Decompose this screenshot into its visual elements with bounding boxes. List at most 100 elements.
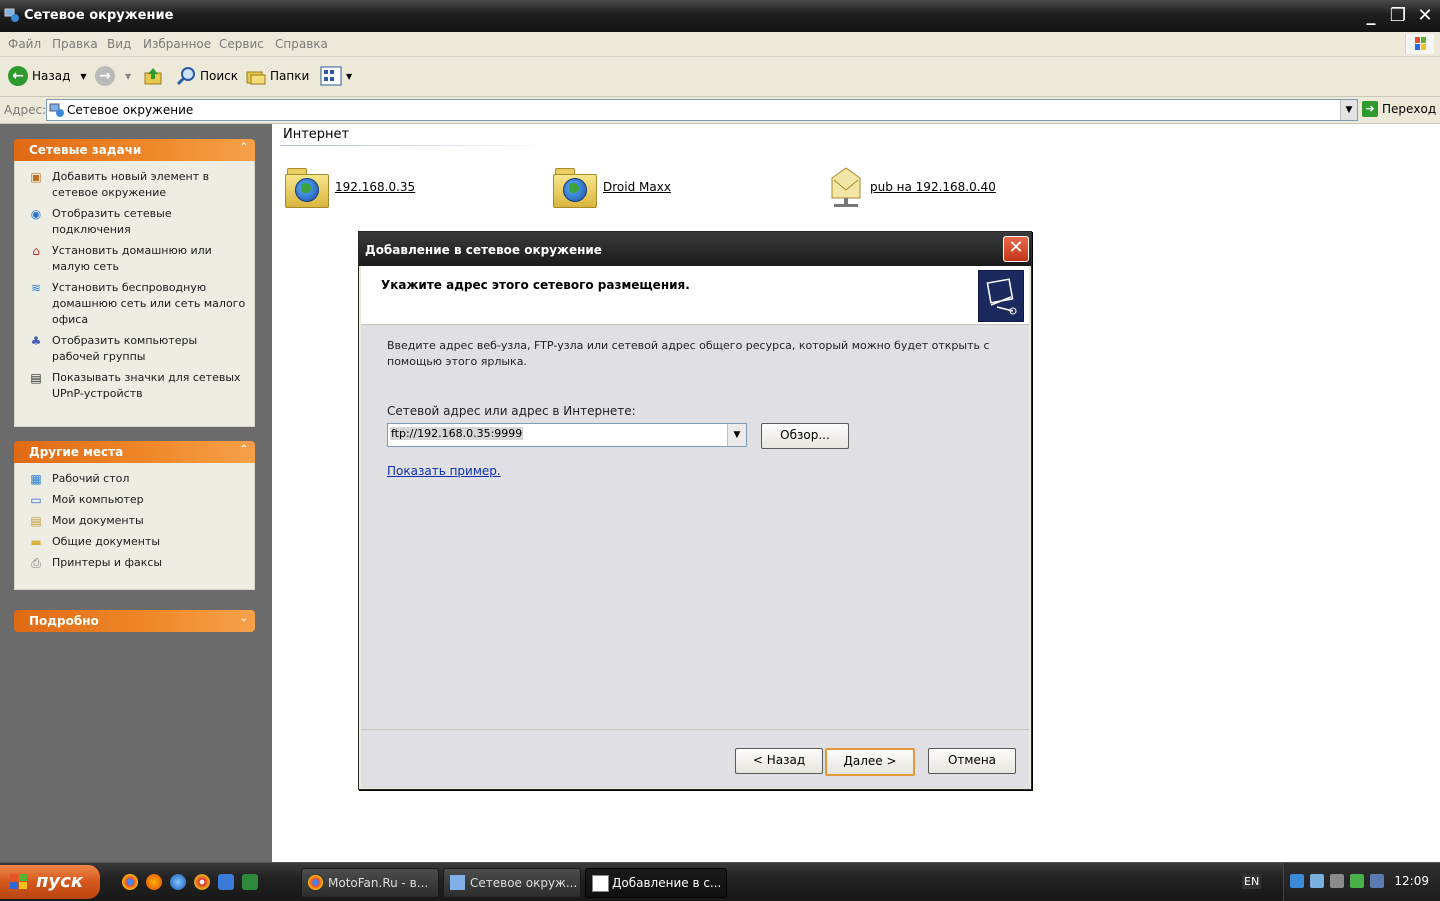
collapse-icon[interactable]: ⌃ [240, 142, 248, 153]
dialog-title: Добавление в сетевое окружение [365, 243, 602, 257]
start-button[interactable]: пуск [0, 865, 100, 899]
menu-favorites[interactable]: Избранное [143, 37, 211, 51]
task-add-network-place[interactable]: ▣ Добавить новый элемент в сетевое окруже… [15, 169, 254, 201]
address-label: Адрес: [4, 103, 47, 117]
task-view-connections[interactable]: ◉ Отобразить сетевые подключения [15, 206, 254, 238]
update-tray-icon[interactable] [1350, 874, 1364, 888]
network-address-value: ftp://192.168.0.35:9999 [390, 427, 524, 440]
search-button[interactable]: Поиск [176, 65, 238, 87]
window-title: Сетевое окружение [24, 8, 174, 23]
clock: 12:09 [1394, 874, 1429, 888]
menu-tools[interactable]: Сервис [219, 37, 264, 51]
network-item-pub[interactable]: pub на 192.168.0.40 [828, 164, 996, 210]
network-item-label: 192.168.0.35 [335, 180, 416, 194]
network-item-label: pub на 192.168.0.40 [870, 180, 996, 194]
cancel-button[interactable]: Отмена [928, 748, 1016, 774]
back-label: Назад [32, 69, 71, 83]
outlook-icon[interactable] [218, 874, 234, 890]
menu-view[interactable]: Вид [107, 37, 131, 51]
chevron-down-icon[interactable]: ▼ [125, 72, 131, 81]
chrome-icon [308, 875, 323, 890]
dialog-heading: Укажите адрес этого сетевого размещения. [381, 278, 690, 292]
place-my-computer[interactable]: ▭ Мой компьютер [15, 492, 254, 508]
display-tray-icon[interactable] [1370, 874, 1384, 888]
connection-tray-icon[interactable] [1310, 874, 1324, 888]
place-desktop[interactable]: ▦ Рабочий стол [15, 471, 254, 487]
group-header: Интернет [283, 127, 350, 142]
forward-button[interactable]: → ▼ [95, 65, 131, 87]
network-address-combobox[interactable]: ftp://192.168.0.35:9999 ▼ [387, 423, 747, 447]
add-network-place-icon: ▣ [30, 170, 42, 184]
back-button[interactable]: < Назад [735, 748, 823, 774]
other-places-header[interactable]: Другие места ⌃ [14, 441, 255, 463]
shared-folder-icon: ▬ [30, 535, 42, 549]
chrome-icon[interactable] [122, 874, 138, 890]
search-label: Поиск [200, 69, 239, 83]
tools-tray-icon[interactable] [1330, 874, 1344, 888]
language-indicator[interactable]: EN [1242, 874, 1262, 889]
menu-help[interactable]: Справка [275, 37, 328, 51]
taskbar-item-network-places[interactable]: Сетевое окруж... [443, 868, 581, 898]
address-bar: Адрес: Сетевое окружение ▼ ➜ Переход [0, 97, 1440, 124]
folders-button[interactable]: Папки [246, 65, 309, 87]
chevron-down-icon[interactable]: ▼ [346, 72, 352, 81]
taskbar-item-motofan[interactable]: MotoFan.Ru - в... [301, 868, 439, 898]
network-item-192-168-0-35[interactable]: 192.168.0.35 [285, 164, 415, 210]
go-label: Переход [1382, 102, 1437, 116]
expand-icon[interactable]: ⌄ [240, 613, 248, 624]
browse-button[interactable]: Обзор... [761, 423, 849, 449]
close-button[interactable]: ✕ [1413, 4, 1437, 28]
dialog-close-button[interactable]: ✕ [1003, 236, 1029, 262]
taskbar-item-add-network-place[interactable]: Добавление в с... [585, 868, 727, 898]
menu-bar: Файл Правка Вид Избранное Сервис Справка [0, 32, 1440, 57]
place-printers[interactable]: ⎙ Принтеры и факсы [15, 555, 254, 571]
add-network-place-dialog: Добавление в сетевое окружение ✕ Укажите… [358, 231, 1032, 790]
network-places-icon [4, 7, 20, 23]
internet-explorer-icon[interactable] [170, 874, 186, 890]
excel-icon[interactable] [242, 874, 258, 890]
network-item-label: Droid Maxx [603, 180, 671, 194]
up-folder-button[interactable] [143, 65, 163, 87]
task-view-workgroup[interactable]: ♣ Отобразить компьютеры рабочей группы [15, 333, 254, 365]
place-my-documents[interactable]: ▤ Мои документы [15, 513, 254, 529]
task-pane: Сетевые задачи ⌃ ▣ Добавить новый элемент… [0, 124, 272, 862]
details-header[interactable]: Подробно ⌄ [14, 610, 255, 632]
network-places-icon [450, 875, 465, 890]
windows-logo-icon [10, 874, 27, 889]
collapse-icon[interactable]: ⌃ [240, 444, 248, 455]
task-setup-wireless[interactable]: ≋ Установить беспроводную домашнюю сеть и… [15, 280, 254, 328]
browser-icon[interactable] [194, 874, 210, 890]
maximize-button[interactable]: ❐ [1386, 4, 1410, 28]
wizard-network-icon [978, 270, 1024, 322]
up-folder-icon [144, 68, 162, 85]
address-field-label: Сетевой адрес или адрес в Интернете: [387, 404, 636, 418]
dialog-titlebar[interactable]: Добавление в сетевое окружение ✕ [359, 232, 1031, 266]
menu-edit[interactable]: Правка [52, 37, 98, 51]
network-tasks-title: Сетевые задачи [29, 143, 142, 157]
back-arrow-icon: ← [8, 66, 28, 86]
next-button[interactable]: Далее > [825, 748, 915, 776]
chevron-down-icon[interactable]: ▼ [80, 72, 86, 81]
network-tray-icon[interactable] [1290, 874, 1304, 888]
address-dropdown-icon[interactable]: ▼ [1340, 100, 1357, 120]
firefox-icon[interactable] [146, 874, 162, 890]
minimize-button[interactable]: _ [1359, 4, 1383, 28]
address-input[interactable]: Сетевое окружение ▼ [46, 99, 1358, 121]
back-button[interactable]: ← Назад ▼ [8, 65, 87, 87]
network-item-droid-maxx[interactable]: Droid Maxx [553, 164, 671, 210]
place-shared-documents[interactable]: ▬ Общие документы [15, 534, 254, 550]
network-tasks-header[interactable]: Сетевые задачи ⌃ [14, 139, 255, 161]
go-arrow-icon: ➜ [1362, 101, 1378, 117]
network-places-icon [49, 103, 64, 117]
views-button[interactable]: ▼ [320, 65, 352, 87]
desktop-icon: ▦ [30, 472, 42, 486]
chevron-down-icon[interactable]: ▼ [727, 424, 746, 446]
menu-file[interactable]: Файл [8, 37, 41, 51]
task-setup-home-network[interactable]: ⌂ Установить домашнюю или малую сеть [15, 243, 254, 275]
address-value: Сетевое окружение [67, 103, 194, 117]
show-example-link[interactable]: Показать пример. [387, 464, 501, 478]
window-titlebar[interactable]: Сетевое окружение _ ❐ ✕ [0, 0, 1440, 32]
system-tray: 12:09 [1283, 863, 1440, 901]
go-button[interactable]: ➜ Переход [1362, 101, 1436, 117]
task-show-upnp[interactable]: ▤ Показывать значки для сетевых UPnP-устр… [15, 370, 254, 402]
